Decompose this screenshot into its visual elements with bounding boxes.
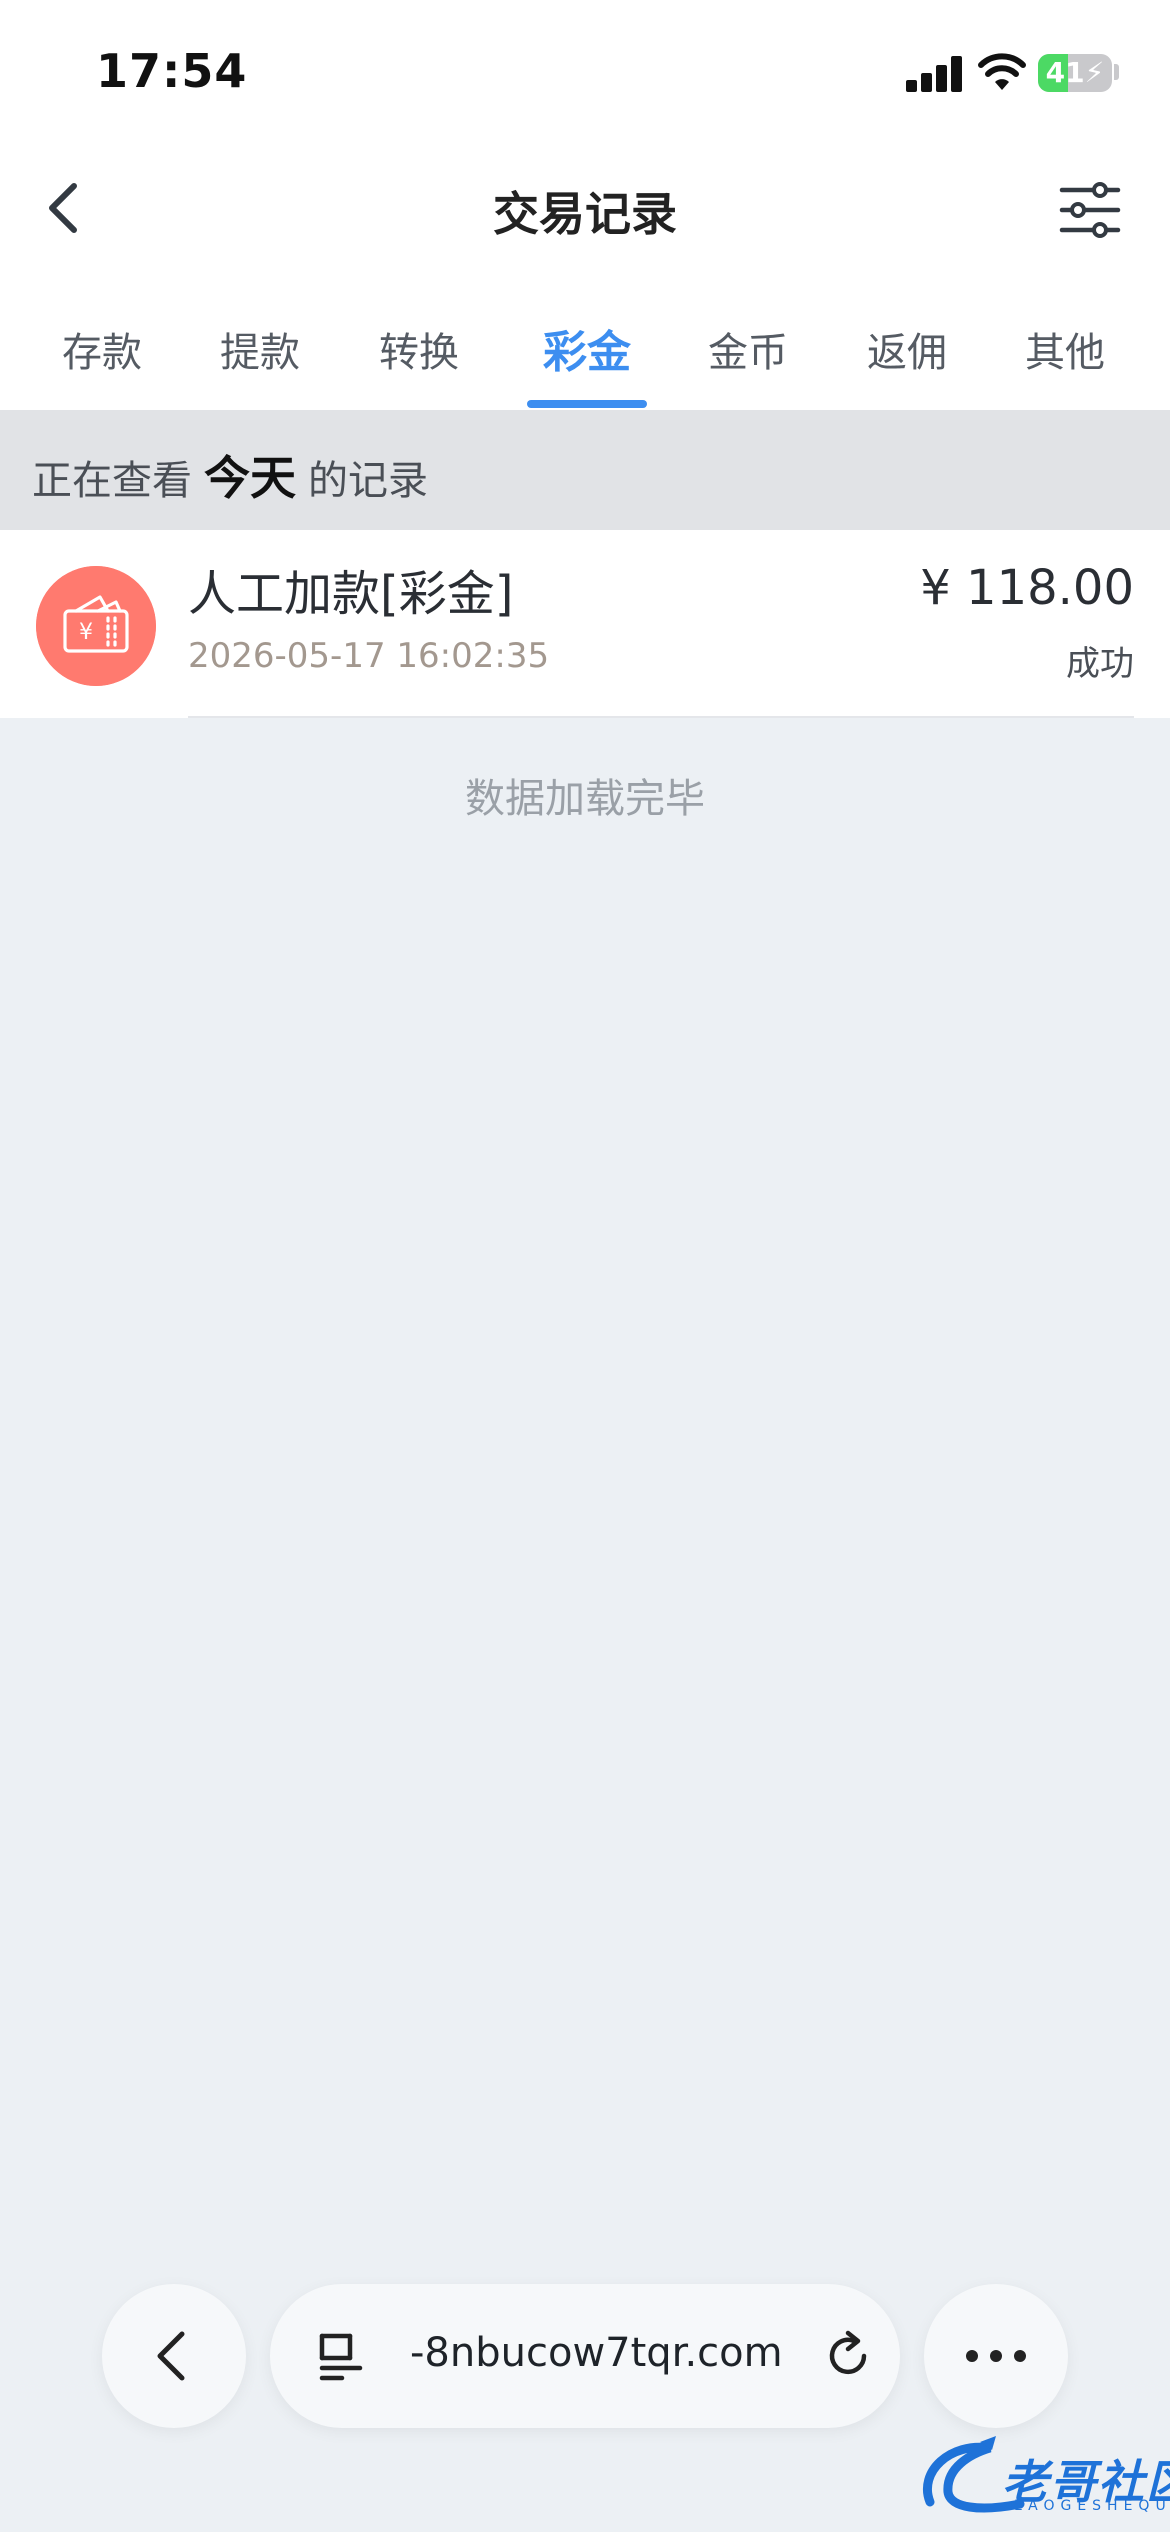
status-bar: 17:54 41⚡ <box>0 0 1170 150</box>
reader-menu-icon[interactable] <box>316 2330 368 2382</box>
tab-withdraw[interactable]: 提款 <box>218 320 302 378</box>
record-time: 2026-05-17 16:02:35 <box>188 636 550 676</box>
date-filter-bar[interactable]: 正在查看 今天 的记录 <box>0 410 1170 530</box>
wallet-yuan-icon: ¥ <box>36 566 156 686</box>
list-end-text: 数据加载完毕 <box>465 776 705 822</box>
url-text[interactable]: -8nbucow7tqr.com <box>410 2330 783 2376</box>
tab-other[interactable]: 其他 <box>1023 320 1107 378</box>
list-item[interactable]: ¥ 人工加款[彩金] 2026-05-17 16:02:35 ¥ 118.00 … <box>0 530 1170 718</box>
divider <box>188 716 1134 718</box>
viewing-period: 今天 <box>204 451 296 505</box>
viewing-label: 正在查看 今天 的记录 <box>32 442 428 508</box>
viewing-suffix: 的记录 <box>308 458 428 504</box>
page-title: 交易记录 <box>493 187 677 241</box>
watermark-logo: 老哥社区 LAOGESHEQU <box>910 2424 1170 2524</box>
screen: 17:54 41⚡ 交易记录 存款 提款 转换 彩金 金币 返佣 其他 正在查看… <box>0 0 1170 2532</box>
battery-level: 41 <box>1045 56 1085 89</box>
wifi-icon <box>978 53 1026 90</box>
tab-transfer[interactable]: 转换 <box>377 320 461 378</box>
category-tabs: 存款 提款 转换 彩金 金币 返佣 其他 <box>0 270 1170 410</box>
tab-rebate[interactable]: 返佣 <box>865 320 949 378</box>
viewing-prefix: 正在查看 <box>32 458 192 504</box>
svg-text:¥: ¥ <box>79 620 93 645</box>
tab-bonus[interactable]: 彩金 <box>537 316 637 380</box>
watermark-subtext: LAOGESHEQU <box>1014 2498 1170 2514</box>
chevron-left-icon <box>157 2331 185 2381</box>
record-title: 人工加款[彩金] <box>188 566 514 622</box>
active-tab-indicator <box>527 400 647 408</box>
address-bar[interactable]: -8nbucow7tqr.com <box>270 2284 900 2428</box>
tab-deposit[interactable]: 存款 <box>60 320 144 378</box>
status-time: 17:54 <box>96 44 248 98</box>
browser-back-button[interactable] <box>102 2284 246 2428</box>
more-button[interactable] <box>924 2284 1068 2428</box>
nav-bar: 交易记录 <box>0 150 1170 270</box>
filter-sliders-icon[interactable] <box>1058 178 1122 242</box>
battery-charging-icon: 41⚡ <box>1038 54 1112 92</box>
record-amount: ¥ 118.00 <box>920 560 1134 616</box>
more-dots-icon <box>966 2350 1026 2362</box>
reload-icon[interactable] <box>818 2326 878 2386</box>
battery-nub <box>1114 64 1119 80</box>
signal-icon <box>906 56 962 92</box>
tab-coins[interactable]: 金币 <box>706 320 790 378</box>
status-badge: 成功 <box>1066 644 1134 684</box>
